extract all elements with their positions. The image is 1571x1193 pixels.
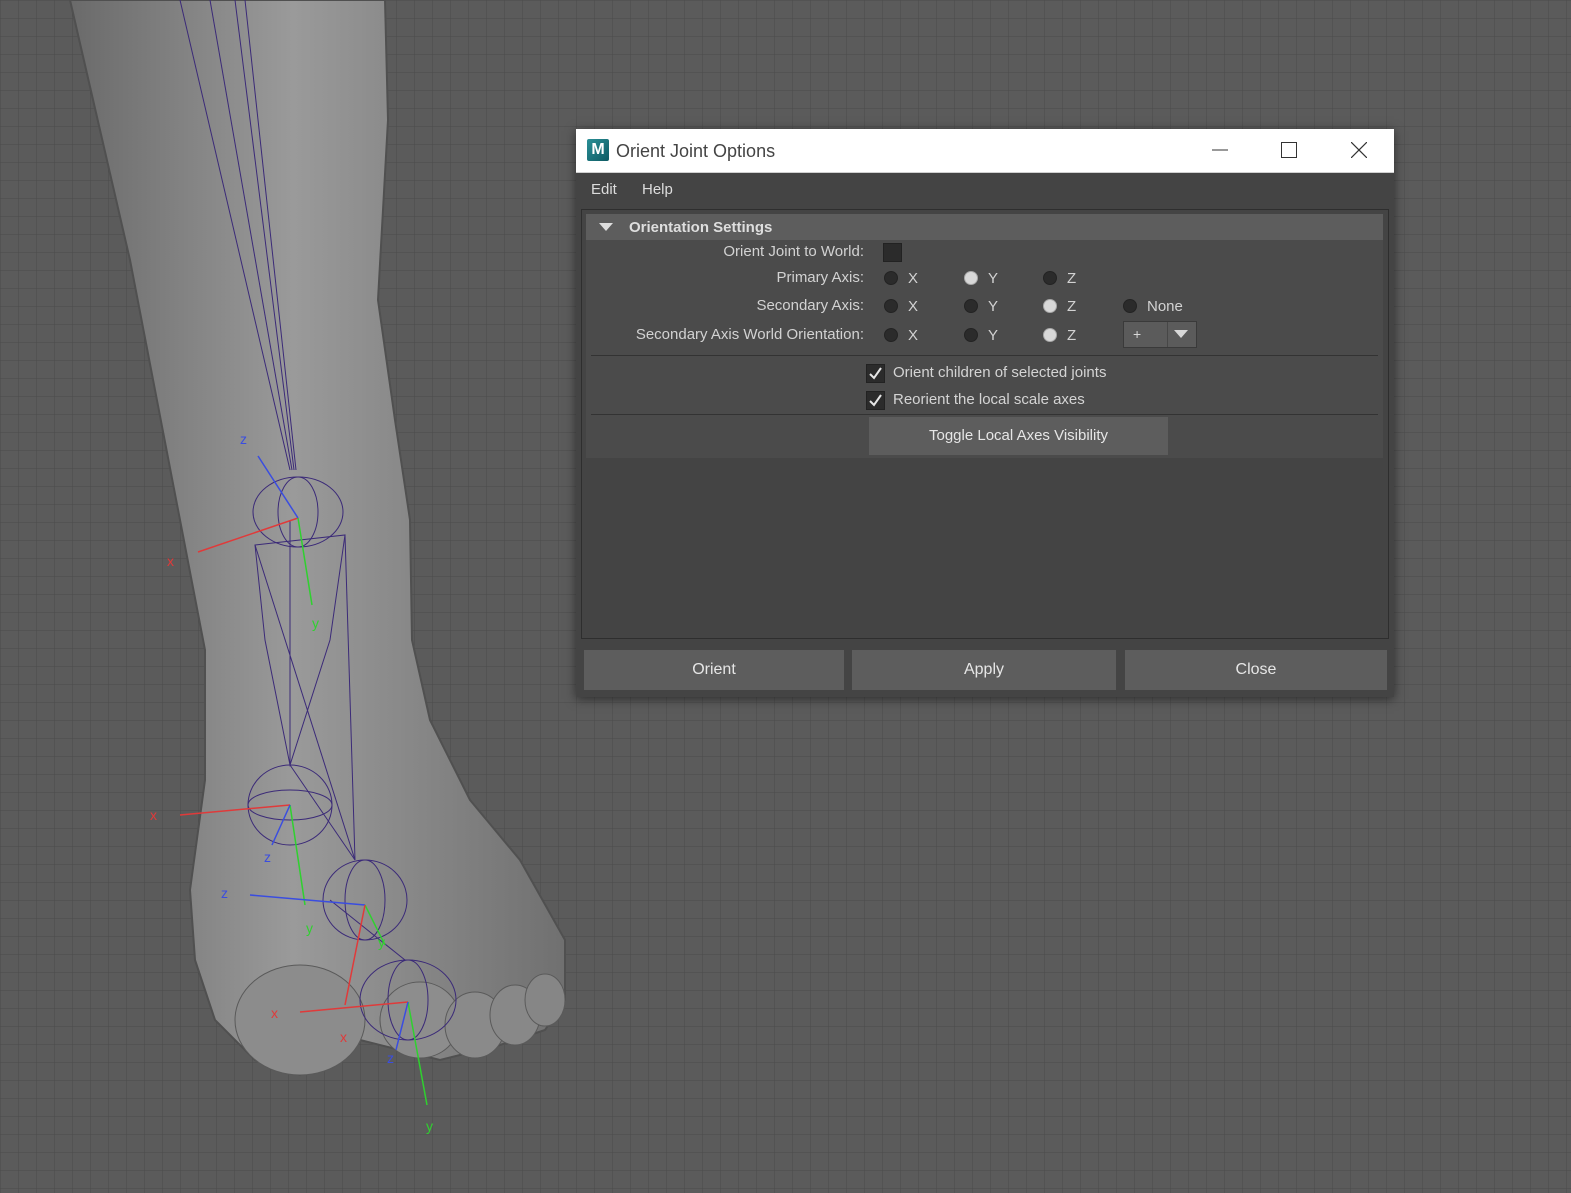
divider [591,414,1378,415]
secondary-axis-x-radio[interactable] [884,299,898,313]
secondary-world-z-radio[interactable] [1043,328,1057,342]
apply-button[interactable]: Apply [852,650,1116,690]
secondary-world-label: Secondary Axis World Orientation: [635,326,864,343]
reorient-scale-label: Reorient the local scale axes [893,391,1085,408]
axis-label-y: y [306,920,313,936]
primary-axis-x-label: X [908,270,919,287]
secondary-world-y-radio[interactable] [964,328,978,342]
reorient-scale-checkbox[interactable] [866,391,885,410]
axis-label-z: z [387,1050,394,1066]
sign-value: + [1133,326,1142,342]
options-panel: Orientation Settings Orient Joint to Wor… [581,209,1389,639]
primary-axis-z-label: Z [1067,270,1077,287]
close-button[interactable]: Close [1125,650,1387,690]
axis-label-y: y [378,934,385,950]
orient-children-checkbox[interactable] [866,364,885,383]
maximize-button[interactable] [1254,129,1324,172]
menu-edit[interactable]: Edit [591,181,617,198]
axis-label-y: y [312,615,319,631]
orientation-settings-header[interactable]: Orientation Settings [586,214,1383,240]
checkmark-icon [869,367,882,380]
secondary-axis-z-label: Z [1067,298,1077,315]
axis-label-y: y [426,1118,433,1134]
secondary-world-y-label: Y [988,327,999,344]
axis-label-x: x [271,1005,278,1021]
primary-axis-y-radio[interactable] [964,271,978,285]
orientation-settings-body: Orient Joint to World: Primary Axis: X Y… [586,240,1383,458]
menu-help[interactable]: Help [642,181,673,198]
section-title: Orientation Settings [629,219,773,236]
world-orientation-sign-dropdown[interactable]: + [1123,321,1197,348]
orient-world-checkbox[interactable] [883,243,902,262]
divider [591,355,1378,356]
axis-label-x: x [150,807,157,823]
secondary-world-z-label: Z [1067,327,1077,344]
axis-label-z: z [240,431,247,447]
window-title: Orient Joint Options [616,141,776,161]
secondary-axis-y-radio[interactable] [964,299,978,313]
collapse-arrow-icon [599,223,613,231]
primary-axis-label: Primary Axis: [776,269,864,286]
menu-bar: Edit Help [576,173,1394,206]
checkmark-icon [869,394,882,407]
orient-button[interactable]: Orient [584,650,844,690]
primary-axis-y-label: Y [988,270,999,287]
title-bar[interactable]: M Orient Joint Options [576,129,1394,173]
primary-axis-x-radio[interactable] [884,271,898,285]
close-window-button[interactable] [1324,129,1394,172]
orient-world-label: Orient Joint to World: [723,243,864,260]
secondary-axis-label: Secondary Axis: [756,297,864,314]
maya-app-icon: M [587,139,609,161]
axis-label-x: x [167,553,174,569]
axis-label-z: z [264,849,271,865]
minimize-icon [1212,149,1228,151]
axis-label-z: z [221,885,228,901]
secondary-world-x-radio[interactable] [884,328,898,342]
secondary-axis-none-radio[interactable] [1123,299,1137,313]
orient-children-label: Orient children of selected joints [893,364,1107,381]
toggle-local-axes-button[interactable]: Toggle Local Axes Visibility [869,417,1168,455]
primary-axis-z-radio[interactable] [1043,271,1057,285]
secondary-axis-none-label: None [1147,298,1183,315]
close-icon [1351,142,1367,158]
secondary-axis-y-label: Y [988,298,999,315]
secondary-axis-x-label: X [908,298,919,315]
secondary-world-x-label: X [908,327,919,344]
chevron-down-icon [1174,330,1188,338]
axis-label-x: x [340,1029,347,1045]
maximize-icon [1281,142,1297,158]
minimize-button[interactable] [1185,129,1255,172]
orient-joint-options-dialog: M Orient Joint Options Edit Help Orienta… [576,129,1394,697]
secondary-axis-z-radio[interactable] [1043,299,1057,313]
